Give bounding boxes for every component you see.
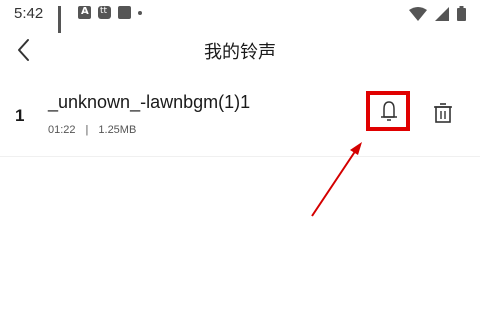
- status-left-icons: [58, 6, 142, 33]
- square-icon: [118, 6, 131, 19]
- status-bar: 5:42: [0, 0, 480, 33]
- delete-button[interactable]: [432, 102, 454, 124]
- dot-icon: [138, 10, 142, 15]
- grid-icon: [58, 6, 71, 33]
- ringtone-index: 1: [15, 106, 25, 125]
- annotation-arrow: [311, 142, 362, 217]
- header: 我的铃声: [0, 28, 480, 72]
- battery-icon: [457, 6, 466, 26]
- status-time: 5:42: [14, 5, 44, 22]
- highlight-box: [366, 91, 410, 131]
- ringtone-meta: 01:22 | 1.25MB: [48, 124, 136, 136]
- app-a-icon: [78, 6, 91, 19]
- ringtone-list-item[interactable]: 1 _unknown_-lawnbgm(1)1 01:22 | 1.25MB: [0, 78, 480, 157]
- wifi-icon: [409, 6, 427, 26]
- ringtone-title: _unknown_-lawnbgm(1)1: [48, 92, 251, 112]
- signal-icon: [435, 6, 449, 26]
- page-title: 我的铃声: [204, 42, 276, 62]
- app-tt-icon: [98, 6, 111, 19]
- meta-separator: |: [85, 124, 89, 136]
- ringtone-duration: 01:22: [48, 124, 76, 136]
- status-right-icons: [409, 6, 466, 26]
- trash-icon: [434, 103, 452, 123]
- ringtone-size: 1.25MB: [98, 124, 137, 136]
